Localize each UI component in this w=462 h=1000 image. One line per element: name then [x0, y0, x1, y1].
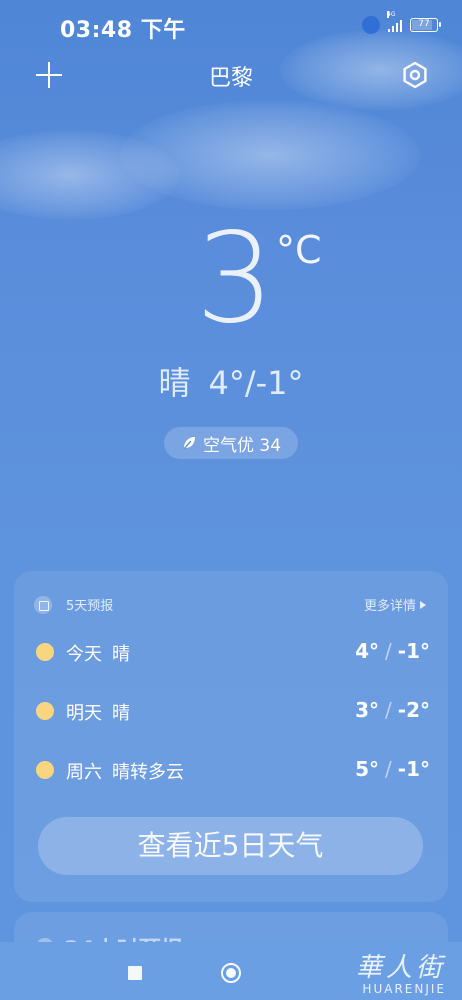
status-bar: 03:48 下午 4G 77 — [0, 0, 462, 56]
forecast-day: 周六 — [66, 762, 102, 783]
watermark-cn: 華人街 — [355, 953, 446, 983]
more-details-link[interactable]: 更多详情 — [364, 595, 426, 614]
home-button[interactable] — [221, 963, 241, 983]
watermark-en: HUARENJIE — [362, 982, 446, 996]
battery-icon: 77 — [410, 18, 441, 32]
calendar-icon — [34, 595, 52, 614]
condition-line: 晴 4°/-1° — [0, 358, 462, 404]
forecast-row-today[interactable]: 今天晴 4° / -1° — [14, 631, 448, 671]
status-time: 03:48 下午 — [60, 18, 186, 43]
aqi-badge[interactable]: 空气优 34 — [164, 427, 298, 459]
forecast-row-saturday[interactable]: 周六 晴转多云 5° / -1° — [14, 749, 448, 789]
forecast-condition: 晴转多云 — [112, 762, 184, 783]
forecast-high: 5° — [355, 757, 380, 781]
more-details-label: 更多详情 — [363, 599, 416, 614]
forecast-card: 5天预报 更多详情 今天晴 4° / -1° 明天晴 3° / -2° 周六 晴转多云 5… — [14, 571, 448, 902]
forecast-day: 今天 — [66, 644, 102, 665]
sun-icon — [36, 643, 54, 661]
current-temperature: 3 °C — [0, 214, 462, 350]
chevron-right-icon — [420, 600, 426, 609]
high-low-temp: 4°/-1° — [208, 364, 304, 402]
gear-icon — [403, 61, 427, 89]
forecast-condition: 晴 — [112, 644, 130, 665]
sun-icon — [36, 702, 54, 720]
city-title: 巴黎 — [208, 66, 253, 91]
battery-percent: 77 — [418, 19, 430, 29]
sun-icon — [36, 761, 54, 779]
forecast-high: 4° — [355, 639, 380, 663]
network-type: 4G — [387, 11, 396, 18]
status-icons: 4G 77 — [362, 11, 441, 34]
recent-apps-button[interactable] — [128, 966, 142, 980]
settings-button[interactable] — [398, 58, 432, 92]
forecast-row-tomorrow[interactable]: 明天晴 3° / -2° — [14, 690, 448, 730]
aqi-label: 空气优 34 — [202, 435, 282, 456]
forecast-condition: 晴 — [112, 703, 130, 724]
temp-separator: / — [385, 698, 392, 722]
bluetooth-icon — [362, 16, 380, 34]
forecast-title: 5天预报 — [66, 599, 114, 614]
temp-separator: / — [385, 639, 392, 663]
forecast-high: 3° — [355, 698, 380, 722]
view-5day-button[interactable]: 查看近5日天气 — [38, 817, 423, 875]
forecast-header: 5天预报 — [34, 595, 113, 614]
temperature-value: 3 — [195, 207, 275, 351]
forecast-low: -1° — [397, 757, 430, 781]
forecast-low: -2° — [397, 698, 430, 722]
top-nav: 巴黎 — [0, 56, 462, 96]
watermark: 華人街 HUARENJIE — [356, 954, 446, 996]
signal-icon: 4G — [387, 11, 402, 32]
condition-text: 晴 — [158, 364, 191, 402]
temperature-unit: °C — [276, 228, 322, 272]
leaf-icon — [183, 437, 195, 450]
forecast-day: 明天 — [66, 703, 102, 724]
temp-separator: / — [385, 757, 392, 781]
forecast-low: -1° — [397, 639, 430, 663]
